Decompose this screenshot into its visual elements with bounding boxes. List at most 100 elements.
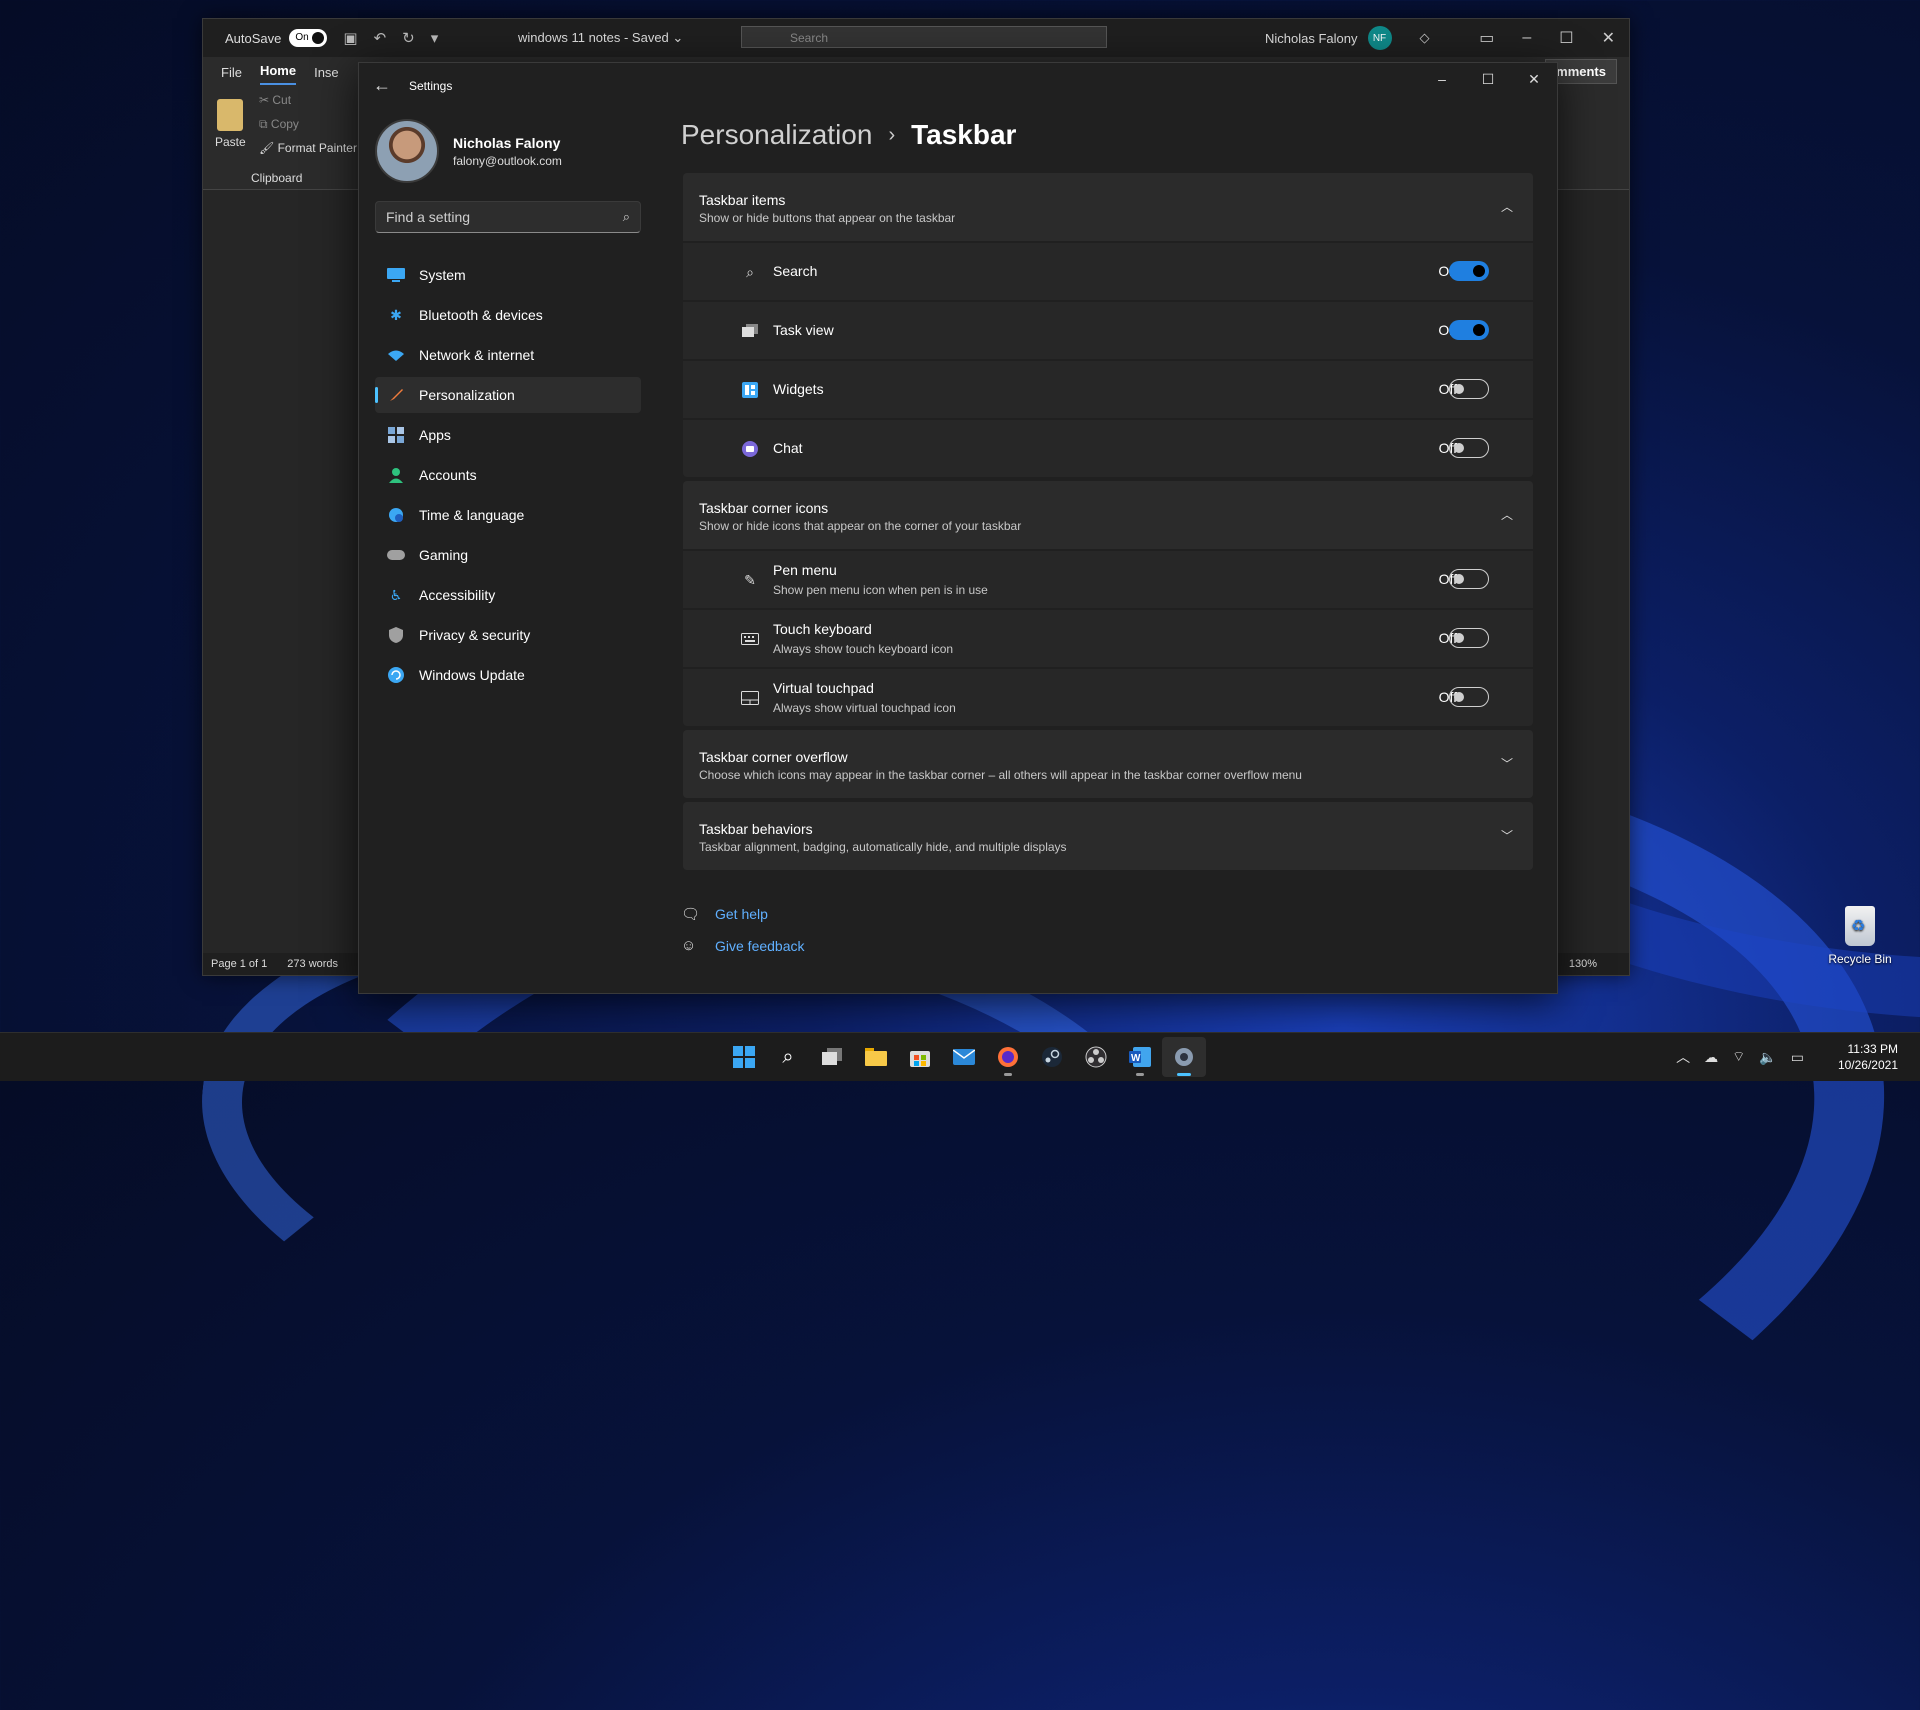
onedrive-icon[interactable]: ☁ — [1704, 1049, 1718, 1066]
customize-qat-icon[interactable]: ▾ — [431, 29, 439, 47]
taskbar-items-header[interactable]: Taskbar items Show or hide buttons that … — [683, 173, 1533, 241]
find-setting-box[interactable]: ⌕ — [375, 201, 641, 233]
close-icon[interactable]: ✕ — [1511, 63, 1557, 97]
setting-row-widgets: Widgets Off — [683, 361, 1533, 418]
store-icon[interactable] — [898, 1037, 942, 1077]
save-icon[interactable]: ▣ — [343, 29, 357, 47]
sidebar-item-accounts[interactable]: Accounts — [375, 457, 641, 493]
ribbon-display-icon[interactable]: ▭ — [1479, 28, 1494, 48]
autosave-toggle[interactable]: On — [289, 29, 328, 47]
zoom-level[interactable]: 130% — [1569, 958, 1597, 970]
settings-window: ← Settings – ☐ ✕ Nicholas Falony falony@… — [358, 62, 1558, 994]
sidebar-item-privacy[interactable]: Privacy & security — [375, 617, 641, 653]
sidebar-item-system[interactable]: System — [375, 257, 641, 293]
word-user[interactable]: Nicholas Falony NF ◇ — [1265, 19, 1430, 57]
user-profile[interactable]: Nicholas Falony falony@outlook.com — [375, 119, 562, 183]
copy-button[interactable]: ⧉ Copy — [259, 117, 299, 132]
word-icon[interactable]: W — [1118, 1037, 1162, 1077]
tab-insert[interactable]: Inse — [314, 65, 339, 85]
mail-icon[interactable] — [942, 1037, 986, 1077]
word-count: 273 words — [287, 958, 339, 970]
redo-icon[interactable]: ↻ — [402, 29, 415, 47]
breadcrumb: Personalization › Taskbar — [681, 119, 1016, 151]
sidebar-item-gaming[interactable]: Gaming — [375, 537, 641, 573]
firefox-icon[interactable] — [986, 1037, 1030, 1077]
obs-icon[interactable] — [1074, 1037, 1118, 1077]
format-painter-button[interactable]: 🖌 Format Painter — [259, 141, 357, 155]
get-help-link[interactable]: 🗨 Get help — [681, 905, 805, 923]
help-links: 🗨 Get help ☺ Give feedback — [681, 905, 805, 968]
maximize-icon[interactable]: ☐ — [1559, 28, 1573, 48]
setting-row-search: ⌕ Search On — [683, 243, 1533, 300]
task-view-toggle[interactable] — [1449, 320, 1489, 340]
sidebar-item-network[interactable]: Network & internet — [375, 337, 641, 373]
profile-name: Nicholas Falony — [453, 134, 561, 151]
file-explorer-icon[interactable] — [854, 1037, 898, 1077]
back-arrow-icon[interactable]: ← — [373, 75, 391, 96]
widgets-toggle[interactable] — [1449, 379, 1489, 399]
clock[interactable]: 11:33 PM 10/26/2021 — [1838, 1041, 1898, 1073]
brush-icon — [387, 386, 405, 404]
start-icon[interactable] — [722, 1037, 766, 1077]
battery-icon[interactable]: ▭ — [1791, 1049, 1804, 1066]
chevron-up-icon[interactable]: ︿ — [1676, 1047, 1690, 1067]
document-name[interactable]: windows 11 notes - Saved ⌄ — [518, 30, 683, 46]
minimize-icon[interactable]: – — [1522, 29, 1531, 47]
system-icon — [387, 266, 405, 284]
search-icon: ⌕ — [746, 263, 754, 280]
minimize-icon[interactable]: – — [1419, 63, 1465, 97]
page-title: Taskbar — [911, 119, 1017, 150]
close-icon[interactable]: ✕ — [1602, 28, 1615, 48]
setting-row-pen-menu: ✎ Pen menu Show pen menu icon when pen i… — [683, 551, 1533, 608]
word-user-name: Nicholas Falony — [1265, 30, 1358, 46]
breadcrumb-parent[interactable]: Personalization — [681, 119, 872, 151]
cut-button[interactable]: ✂ Cut — [259, 93, 291, 107]
touchpad-icon — [741, 689, 759, 707]
help-icon: 🗨 — [681, 906, 701, 923]
undo-icon[interactable]: ↶ — [374, 29, 387, 47]
diamond-icon[interactable]: ◇ — [1420, 30, 1430, 46]
accounts-icon — [387, 466, 405, 484]
taskbar-behaviors-header[interactable]: Taskbar behaviors Taskbar alignment, bad… — [683, 802, 1533, 870]
setting-row-task-view: Task view On — [683, 302, 1533, 359]
globe-icon — [387, 506, 405, 524]
chevron-down-icon: ﹀ — [1500, 757, 1513, 771]
setting-row-virtual-touchpad: Virtual touchpad Always show virtual tou… — [683, 669, 1533, 726]
maximize-icon[interactable]: ☐ — [1465, 63, 1511, 97]
sidebar-item-windows-update[interactable]: Windows Update — [375, 657, 641, 693]
search-icon[interactable]: ⌕ — [766, 1037, 810, 1077]
pen-menu-toggle[interactable] — [1449, 569, 1489, 589]
task-view-icon[interactable] — [810, 1037, 854, 1077]
wifi-icon[interactable]: ⌔ — [1732, 1048, 1745, 1066]
give-feedback-link[interactable]: ☺ Give feedback — [681, 937, 805, 954]
apps-icon — [387, 426, 405, 444]
clock-date: 10/26/2021 — [1837, 1058, 1898, 1072]
word-search-box[interactable]: Search — [741, 26, 1107, 48]
virtual-touchpad-toggle[interactable] — [1449, 687, 1489, 707]
paste-button[interactable]: Paste — [215, 99, 246, 149]
paste-icon — [217, 99, 244, 131]
sidebar-item-bluetooth[interactable]: ✱ Bluetooth & devices — [375, 297, 641, 333]
chat-toggle[interactable] — [1449, 438, 1489, 458]
sidebar-item-apps[interactable]: Apps — [375, 417, 641, 453]
autosave-label: AutoSave — [225, 30, 282, 46]
profile-email: falony@outlook.com — [453, 153, 562, 168]
steam-icon[interactable] — [1030, 1037, 1074, 1077]
sidebar-item-personalization[interactable]: Personalization — [375, 377, 641, 413]
taskbar-corner-overflow-header[interactable]: Taskbar corner overflow Choose which ico… — [683, 730, 1533, 798]
volume-icon[interactable]: 🔈 — [1759, 1049, 1776, 1066]
tab-home[interactable]: Home — [259, 63, 297, 85]
taskbar-corner-icons-header[interactable]: Taskbar corner icons Show or hide icons … — [683, 481, 1533, 549]
task-view-icon — [741, 322, 759, 340]
tab-file[interactable]: File — [221, 65, 242, 85]
search-icon[interactable]: ⌕ — [623, 209, 630, 225]
sidebar-item-time-language[interactable]: Time & language — [375, 497, 641, 533]
settings-icon[interactable] — [1162, 1037, 1206, 1077]
sidebar-item-accessibility[interactable]: ♿ Accessibility — [375, 577, 641, 613]
search-toggle[interactable] — [1449, 261, 1489, 281]
recycle-bin-label: Recycle Bin — [1828, 952, 1892, 966]
setting-row-chat: Chat Off — [683, 420, 1533, 477]
touch-keyboard-toggle[interactable] — [1449, 628, 1489, 648]
recycle-bin-shortcut[interactable]: Recycle Bin — [1818, 906, 1902, 966]
search-input[interactable] — [376, 202, 616, 232]
